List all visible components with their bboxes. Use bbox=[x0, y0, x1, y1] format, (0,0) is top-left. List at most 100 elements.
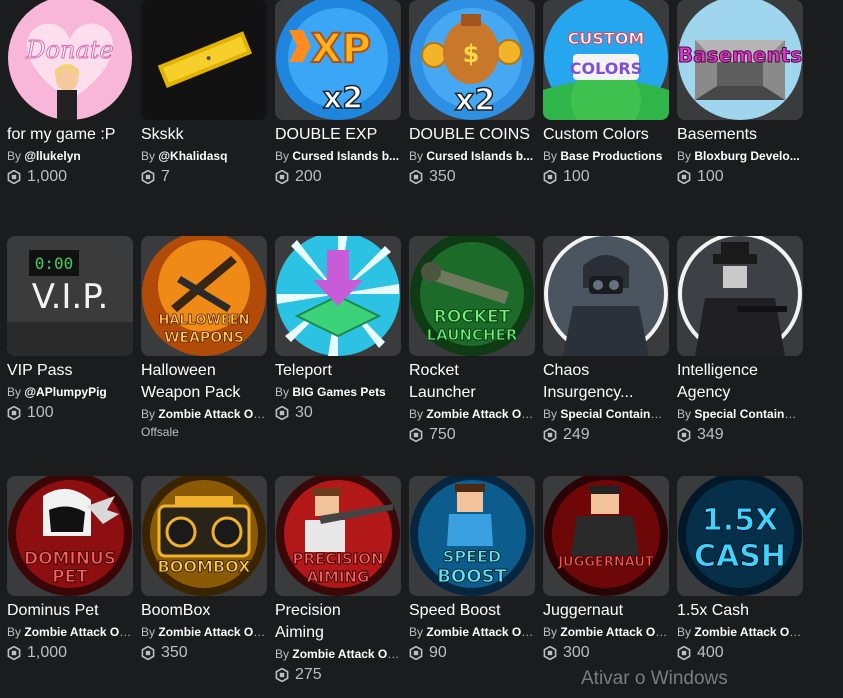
double-exp-thumbnail-art: XP x2 bbox=[276, 0, 400, 120]
item-creator: By Special Containm... bbox=[677, 406, 803, 422]
item-price: 1,000 bbox=[7, 643, 139, 663]
item-name-line: Intelligence bbox=[677, 362, 758, 379]
boombox-thumbnail-art: BOOMBOX bbox=[142, 476, 266, 596]
price-value: 400 bbox=[697, 644, 724, 661]
item-name[interactable]: Dominus Pet bbox=[7, 600, 139, 622]
robux-icon bbox=[275, 668, 289, 682]
item-thumbnail[interactable] bbox=[275, 236, 401, 356]
item-name[interactable]: DOUBLE COINS bbox=[409, 124, 541, 146]
creator-link[interactable]: Base Productions bbox=[560, 149, 662, 163]
creator-link[interactable]: BIG Games Pets bbox=[292, 385, 385, 399]
item-creator: By Cursed Islands b... bbox=[275, 148, 401, 164]
item-name[interactable]: VIP Pass bbox=[7, 360, 139, 382]
ticket-thumbnail-art bbox=[141, 0, 267, 120]
item-creator: By Zombie Attack Of... bbox=[141, 406, 267, 422]
item-name[interactable]: BoomBox bbox=[141, 600, 273, 622]
item-thumbnail[interactable]: $ x2 bbox=[409, 0, 535, 120]
thumb-label: WEAPONS bbox=[164, 330, 244, 346]
by-label: By bbox=[275, 385, 290, 399]
item-thumbnail[interactable]: CUSTOM COLORS bbox=[543, 0, 669, 120]
creator-link[interactable]: Zombie Attack Of... bbox=[158, 625, 267, 639]
creator-link[interactable]: Zombie Attack Of... bbox=[24, 625, 133, 639]
robux-icon bbox=[409, 170, 423, 184]
creator-link[interactable]: @Khalidasq bbox=[158, 149, 227, 163]
game-pass-grid: Donate for my game :P By @llukelyn 1,000… bbox=[0, 0, 843, 698]
item-price: 200 bbox=[275, 167, 407, 187]
item-thumbnail[interactable]: BOOMBOX bbox=[141, 476, 267, 596]
thumb-label: ROCKET bbox=[434, 307, 511, 327]
item-thumbnail[interactable]: 1.5X CASH bbox=[677, 476, 803, 596]
item-thumbnail[interactable] bbox=[677, 236, 803, 356]
item-thumbnail[interactable]: JUGGERNAUT bbox=[543, 476, 669, 596]
item-thumbnail[interactable]: HALLOWEEN WEAPONS bbox=[141, 236, 267, 356]
item-name[interactable]: Precision Aiming bbox=[275, 600, 407, 644]
creator-link[interactable]: Zombie Attack Of... bbox=[426, 625, 535, 639]
item-name[interactable]: Juggernaut bbox=[543, 600, 675, 622]
donate-thumbnail-art: Donate bbox=[8, 0, 132, 120]
teleport-thumbnail-art bbox=[276, 236, 400, 356]
creator-link[interactable]: @APlumpyPig bbox=[24, 385, 106, 399]
item-thumbnail[interactable]: XP x2 bbox=[275, 0, 401, 120]
thumb-label: BOOMBOX bbox=[158, 557, 252, 576]
item-creator: By Zombie Attack Of... bbox=[141, 624, 267, 640]
custom-colors-thumbnail-art: CUSTOM COLORS bbox=[543, 0, 669, 120]
item-name[interactable]: Rocket Launcher bbox=[409, 360, 541, 404]
creator-link[interactable]: Zombie Attack Of... bbox=[560, 625, 669, 639]
creator-link[interactable]: Zombie Attack Of... bbox=[426, 407, 535, 421]
item-name[interactable]: Teleport bbox=[275, 360, 407, 382]
item-thumbnail[interactable] bbox=[543, 236, 669, 356]
item-name[interactable]: Custom Colors bbox=[543, 124, 675, 146]
item-creator: By Zombie Attack Of... bbox=[409, 624, 535, 640]
creator-link[interactable]: Special Containm... bbox=[560, 407, 669, 421]
item-name[interactable]: for my game :P bbox=[7, 124, 139, 146]
item-price: 90 bbox=[409, 643, 541, 663]
item-thumbnail[interactable]: ROCKET LAUNCHER bbox=[409, 236, 535, 356]
item-thumbnail[interactable]: SPEED BOOST bbox=[409, 476, 535, 596]
item-name[interactable]: Speed Boost bbox=[409, 600, 541, 622]
halloween-weapons-thumbnail-art: HALLOWEEN WEAPONS bbox=[142, 236, 266, 356]
price-value: 275 bbox=[295, 666, 322, 683]
item-thumbnail[interactable]: PRECISION AIMING bbox=[275, 476, 401, 596]
item-creator: By BIG Games Pets bbox=[275, 384, 401, 400]
by-label: By bbox=[543, 407, 558, 421]
item-price: 249 bbox=[543, 425, 675, 445]
robux-icon bbox=[275, 406, 289, 420]
item-name[interactable]: Basements bbox=[677, 124, 809, 146]
item-price: 7 bbox=[141, 167, 273, 187]
creator-link[interactable]: @llukelyn bbox=[24, 149, 80, 163]
item-creator: By Special Containm... bbox=[543, 406, 669, 422]
price-value: 100 bbox=[563, 168, 590, 185]
by-label: By bbox=[543, 149, 558, 163]
item-price: 1,000 bbox=[7, 167, 139, 187]
price-value: 100 bbox=[697, 168, 724, 185]
thumb-label: Donate bbox=[25, 36, 113, 64]
creator-link[interactable]: Zombie Attack Of... bbox=[694, 625, 803, 639]
item-name[interactable]: DOUBLE EXP bbox=[275, 124, 407, 146]
item-thumbnail[interactable]: 0:00 V.I.P. bbox=[7, 236, 133, 356]
item-name[interactable]: Chaos Insurgency... bbox=[543, 360, 675, 404]
svg-text:$: $ bbox=[463, 40, 480, 68]
item-thumbnail[interactable]: DOMINUS PET bbox=[7, 476, 133, 596]
item-thumbnail[interactable]: Basements bbox=[677, 0, 803, 120]
item-name[interactable]: Skskk bbox=[141, 124, 273, 146]
item-name[interactable]: Intelligence Agency bbox=[677, 360, 809, 404]
thumb-label: PET bbox=[52, 567, 88, 587]
creator-link[interactable]: Bloxburg Develo... bbox=[694, 149, 799, 163]
dominus-pet-thumbnail-art: DOMINUS PET bbox=[8, 476, 132, 596]
by-label: By bbox=[409, 149, 424, 163]
cash-thumbnail-art: 1.5X CASH bbox=[678, 476, 802, 596]
creator-link[interactable]: Special Containm... bbox=[694, 407, 803, 421]
item-name[interactable]: 1.5x Cash bbox=[677, 600, 809, 622]
creator-link[interactable]: Zombie Attack Of... bbox=[158, 407, 267, 421]
double-coins-thumbnail-art: $ x2 bbox=[410, 0, 534, 120]
price-value: 7 bbox=[161, 168, 170, 185]
creator-link[interactable]: Cursed Islands b... bbox=[292, 149, 399, 163]
item-name[interactable]: Halloween Weapon Pack bbox=[141, 360, 273, 404]
rocket-launcher-thumbnail-art: ROCKET LAUNCHER bbox=[410, 236, 534, 356]
creator-link[interactable]: Zombie Attack Of... bbox=[292, 647, 401, 661]
item-thumbnail[interactable] bbox=[141, 0, 267, 120]
item-thumbnail[interactable]: Donate bbox=[7, 0, 133, 120]
by-label: By bbox=[7, 385, 22, 399]
creator-link[interactable]: Cursed Islands b... bbox=[426, 149, 533, 163]
item-price: 349 bbox=[677, 425, 809, 445]
